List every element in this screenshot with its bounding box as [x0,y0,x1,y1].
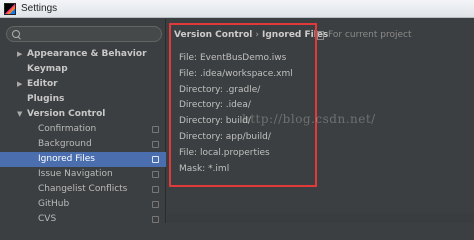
sidebar-item-label: CVS [38,214,57,224]
project-scope-icon [152,171,159,178]
project-scope-icon [152,186,159,193]
sidebar-item-github[interactable]: GitHub [0,197,166,212]
sidebar-item-label: Ignored Files [38,154,95,164]
project-scope-icon [152,126,159,133]
sidebar-item-background[interactable]: Background [0,137,166,152]
annotation-highlight-box [169,23,317,187]
search-icon [12,29,21,39]
sidebar-item-label: Keymap [27,64,68,74]
sidebar-item-plugins[interactable]: Plugins [0,92,166,107]
sidebar-item-label: Background [38,139,92,149]
sidebar-item-label: Version Control [27,109,106,119]
sidebar-item-appearance-behavior[interactable]: ▶ Appearance & Behavior [0,47,166,62]
sidebar-item-label: Editor [27,79,58,89]
sidebar-item-label: Issue Navigation [38,169,113,179]
search-box[interactable] [6,26,162,42]
sidebar-item-label: Confirmation [38,124,97,134]
sidebar-item-ignored-files[interactable]: Ignored Files [0,152,166,167]
sidebar-item-label: Plugins [27,94,65,104]
footer-strip [167,213,474,223]
sidebar-item-label: Changelist Conflicts [38,184,128,194]
sidebar-item-version-control[interactable]: ▼ Version Control [0,107,166,122]
project-scope-icon [152,156,159,163]
sidebar-item-keymap[interactable]: Keymap [0,62,166,77]
settings-content-panel: Version Control › Ignored Files For curr… [167,19,474,223]
project-scope-icon [152,216,159,223]
scope-indicator: For current project [317,28,412,42]
document-icon [317,30,324,40]
expand-arrow-icon[interactable]: ▶ [17,77,27,92]
sidebar-item-editor[interactable]: ▶ Editor [0,77,166,92]
app-icon [4,2,16,15]
project-scope-icon [152,141,159,148]
expand-arrow-icon[interactable]: ▶ [17,47,27,62]
settings-tree: ▶ Appearance & Behavior Keymap ▶ Editor … [0,47,166,227]
sidebar-item-label: GitHub [38,199,70,209]
title-bar: Settings [0,0,474,18]
project-scope-icon [152,201,159,208]
sidebar-item-issue-navigation[interactable]: Issue Navigation [0,167,166,182]
collapse-arrow-icon[interactable]: ▼ [17,107,27,122]
watermark: http://blog.csdn.net/ [242,112,376,126]
search-input[interactable] [25,29,161,39]
sidebar-item-cvs[interactable]: CVS [0,212,166,227]
sidebar-item-label: Appearance & Behavior [27,49,147,59]
sidebar-item-changelist-conflicts[interactable]: Changelist Conflicts [0,182,166,197]
sidebar-item-confirmation[interactable]: Confirmation [0,122,166,137]
window-title: Settings [21,3,58,14]
settings-sidebar: ▶ Appearance & Behavior Keymap ▶ Editor … [0,19,166,224]
scope-label: For current project [328,30,412,40]
